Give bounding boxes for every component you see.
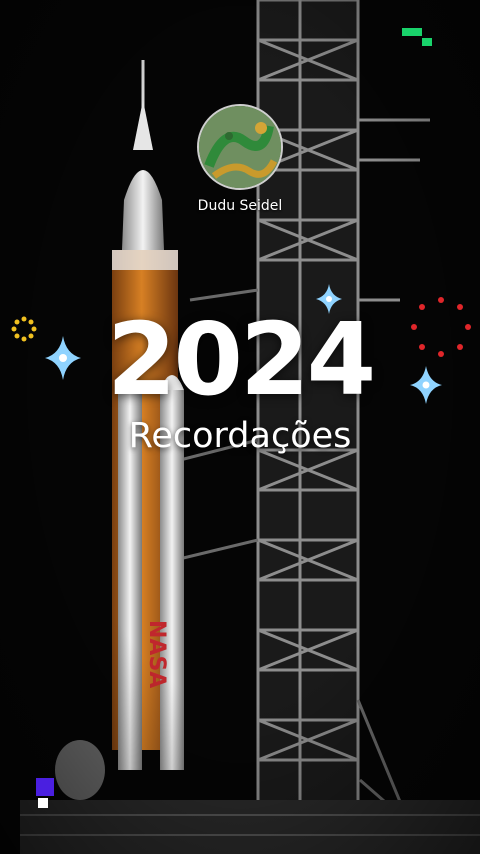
- avatar[interactable]: [197, 104, 283, 190]
- dragon-avatar-icon: [199, 106, 281, 188]
- purple-pixels-decoration: [36, 778, 54, 808]
- profile-name[interactable]: Dudu Seidel: [0, 198, 480, 214]
- green-pixels-decoration: [402, 28, 432, 46]
- story-year: 2024: [106, 301, 376, 418]
- story-subtitle: Recordações: [128, 416, 352, 456]
- story-screen[interactable]: NASA: [0, 0, 480, 854]
